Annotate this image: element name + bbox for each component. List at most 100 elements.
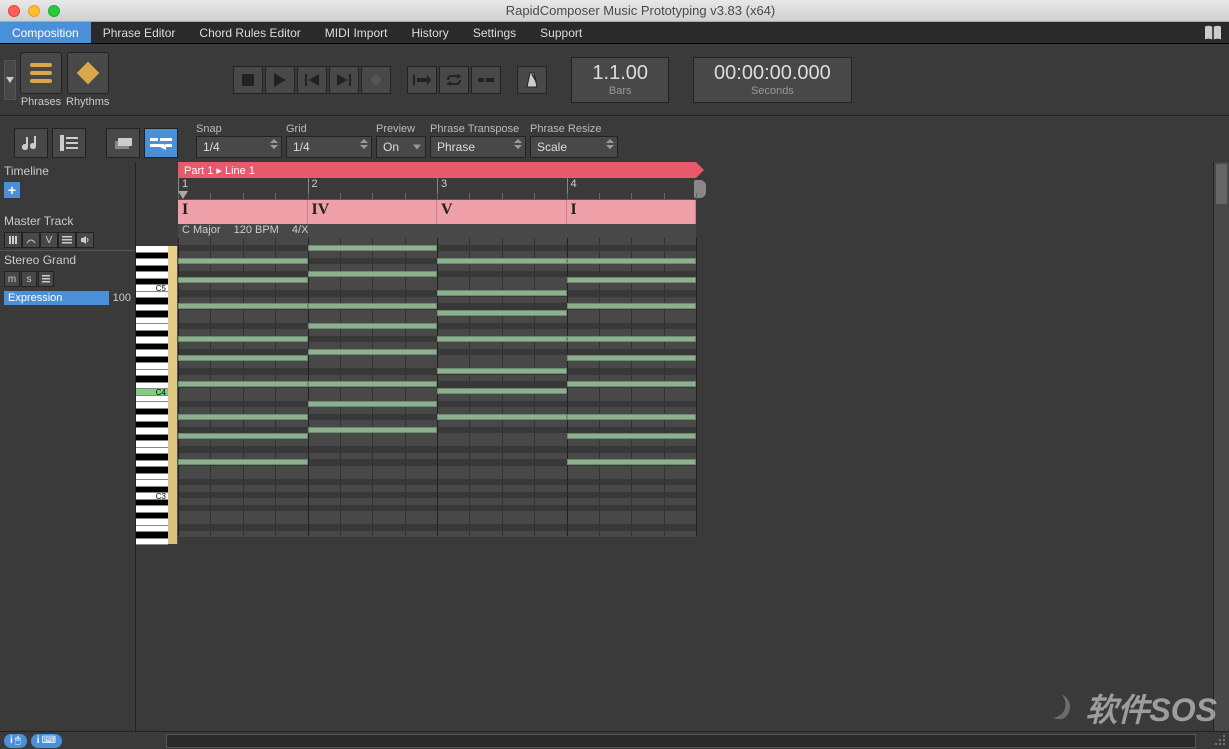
vscroll-thumb[interactable] xyxy=(1216,164,1227,204)
note[interactable] xyxy=(178,258,308,264)
master-btn-menu[interactable] xyxy=(58,232,76,248)
view-list-button[interactable] xyxy=(52,128,86,158)
note[interactable] xyxy=(178,336,308,342)
piano-key[interactable] xyxy=(136,539,168,546)
toolbar-menu-dropdown[interactable] xyxy=(4,60,16,100)
note[interactable] xyxy=(308,427,438,433)
note[interactable] xyxy=(308,349,438,355)
master-btn-v[interactable]: V xyxy=(40,232,58,248)
note[interactable] xyxy=(178,355,308,361)
note[interactable] xyxy=(437,388,567,394)
grid-label: Grid xyxy=(286,123,372,135)
note[interactable] xyxy=(308,323,438,329)
menu-midi-import[interactable]: MIDI Import xyxy=(313,22,400,43)
maximize-window-button[interactable] xyxy=(48,5,60,17)
note[interactable] xyxy=(437,290,567,296)
note[interactable] xyxy=(567,381,697,387)
menu-chord-rules-editor[interactable]: Chord Rules Editor xyxy=(187,22,312,43)
play-button[interactable] xyxy=(265,66,295,94)
master-btn-audio[interactable] xyxy=(76,232,94,248)
note[interactable] xyxy=(567,459,697,465)
record-button[interactable] xyxy=(361,66,391,94)
note[interactable] xyxy=(437,310,567,316)
marker-button[interactable] xyxy=(471,66,501,94)
close-window-button[interactable] xyxy=(8,5,20,17)
loop-button[interactable] xyxy=(439,66,469,94)
note[interactable] xyxy=(308,271,438,277)
expression-label[interactable]: Expression xyxy=(4,291,109,305)
menu-composition[interactable]: Composition xyxy=(0,22,91,43)
phrase-resize-label: Phrase Resize xyxy=(530,123,618,135)
master-btn-2[interactable] xyxy=(22,232,40,248)
view-notes-button[interactable] xyxy=(14,128,48,158)
add-timeline-button[interactable]: + xyxy=(4,182,20,198)
menu-phrase-editor[interactable]: Phrase Editor xyxy=(91,22,188,43)
range-button[interactable] xyxy=(407,66,437,94)
mute-button[interactable]: m xyxy=(4,271,20,287)
info-pill-2[interactable]: i⌨ xyxy=(31,734,62,748)
chord-4[interactable]: I xyxy=(567,200,697,224)
info-pill-1[interactable]: i🖱 xyxy=(4,734,27,748)
menu-support[interactable]: Support xyxy=(528,22,594,43)
solo-button[interactable]: s xyxy=(21,271,37,287)
rhythms-button[interactable] xyxy=(67,52,109,94)
track-block[interactable]: Stereo Grand m s Expression 100 xyxy=(0,250,135,307)
note[interactable] xyxy=(567,303,697,309)
timeline-ruler[interactable]: 1 2 3 4 xyxy=(178,178,696,200)
note[interactable] xyxy=(308,381,438,387)
chord-3[interactable]: V xyxy=(437,200,567,224)
track-menu-button[interactable] xyxy=(38,271,54,287)
metronome-button[interactable] xyxy=(517,66,547,94)
master-btn-1[interactable] xyxy=(4,232,22,248)
help-book-icon[interactable] xyxy=(1203,25,1223,41)
preview-select[interactable]: On xyxy=(376,136,426,158)
note[interactable] xyxy=(178,277,308,283)
bars-counter-value: 1.1.00 xyxy=(592,62,648,85)
phrase-transpose-select[interactable]: Phrase xyxy=(430,136,526,158)
piano-keyboard[interactable]: C5C4C3 xyxy=(136,162,168,731)
snap-select[interactable]: 1/4 xyxy=(196,136,282,158)
main-area: Timeline + Master Track V Stereo Grand m… xyxy=(0,162,1229,731)
bars-counter[interactable]: 1.1.00 Bars xyxy=(571,57,669,103)
grid-select[interactable]: 1/4 xyxy=(286,136,372,158)
note[interactable] xyxy=(308,401,438,407)
menu-settings[interactable]: Settings xyxy=(461,22,528,43)
note[interactable] xyxy=(178,459,308,465)
note[interactable] xyxy=(308,245,438,251)
seconds-counter[interactable]: 00:00:00.000 Seconds xyxy=(693,57,852,103)
note[interactable] xyxy=(437,414,567,420)
note[interactable] xyxy=(567,336,697,342)
note[interactable] xyxy=(567,355,697,361)
minimize-window-button[interactable] xyxy=(28,5,40,17)
resize-grip-icon[interactable] xyxy=(1213,733,1227,747)
note[interactable] xyxy=(567,433,697,439)
playhead-marker[interactable] xyxy=(178,191,188,201)
view-piano-roll-button[interactable] xyxy=(144,128,178,158)
vertical-scrollbar[interactable] xyxy=(1213,162,1229,731)
view-layers-button[interactable] xyxy=(106,128,140,158)
note[interactable] xyxy=(567,277,697,283)
note[interactable] xyxy=(437,336,567,342)
note[interactable] xyxy=(178,381,308,387)
note[interactable] xyxy=(308,303,438,309)
chord-2[interactable]: IV xyxy=(308,200,438,224)
piano-roll[interactable] xyxy=(178,238,696,536)
phrases-button[interactable] xyxy=(20,52,62,94)
horizontal-scrollbar[interactable] xyxy=(166,734,1196,748)
note[interactable] xyxy=(567,258,697,264)
note[interactable] xyxy=(567,414,697,420)
part-header[interactable]: Part 1 ▸ Line 1 xyxy=(178,162,696,178)
note[interactable] xyxy=(178,414,308,420)
stop-button[interactable] xyxy=(233,66,263,94)
track-edit-strip[interactable] xyxy=(168,246,178,544)
chord-1[interactable]: I xyxy=(178,200,308,224)
note[interactable] xyxy=(437,368,567,374)
prev-button[interactable] xyxy=(297,66,327,94)
note[interactable] xyxy=(178,303,308,309)
next-button[interactable] xyxy=(329,66,359,94)
note[interactable] xyxy=(178,433,308,439)
phrase-resize-select[interactable]: Scale xyxy=(530,136,618,158)
note[interactable] xyxy=(437,258,567,264)
menu-history[interactable]: History xyxy=(399,22,460,43)
sidebar: Timeline + Master Track V Stereo Grand m… xyxy=(0,162,136,731)
